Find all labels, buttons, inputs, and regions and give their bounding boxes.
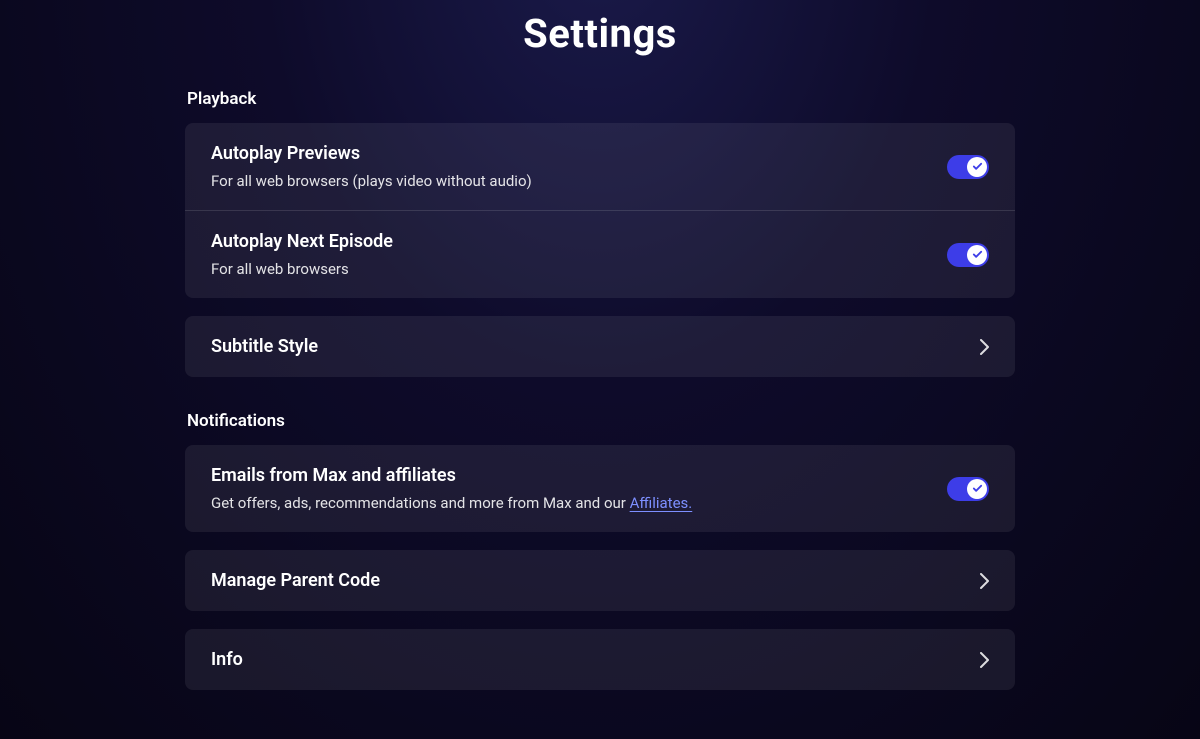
emails-toggle[interactable]	[947, 477, 989, 501]
subtitle-style-title: Subtitle Style	[211, 336, 318, 357]
emails-title: Emails from Max and affiliates	[211, 465, 947, 486]
check-icon	[967, 245, 987, 265]
emails-row: Emails from Max and affiliates Get offer…	[185, 445, 1015, 532]
chevron-right-icon	[980, 339, 989, 355]
subtitle-style-card[interactable]: Subtitle Style	[185, 316, 1015, 377]
section-label-playback: Playback	[185, 89, 1015, 109]
autoplay-next-row: Autoplay Next Episode For all web browse…	[185, 210, 1015, 298]
emails-card: Emails from Max and affiliates Get offer…	[185, 445, 1015, 532]
emails-desc: Get offers, ads, recommendations and mor…	[211, 494, 947, 512]
chevron-right-icon	[980, 652, 989, 668]
playback-card: Autoplay Previews For all web browsers (…	[185, 123, 1015, 298]
autoplay-previews-desc: For all web browsers (plays video withou…	[211, 172, 947, 190]
manage-parent-code-card[interactable]: Manage Parent Code	[185, 550, 1015, 611]
chevron-right-icon	[980, 573, 989, 589]
info-title: Info	[211, 649, 243, 670]
autoplay-previews-title: Autoplay Previews	[211, 143, 947, 164]
manage-parent-code-title: Manage Parent Code	[211, 570, 380, 591]
autoplay-next-toggle[interactable]	[947, 243, 989, 267]
autoplay-next-title: Autoplay Next Episode	[211, 231, 947, 252]
autoplay-previews-toggle[interactable]	[947, 155, 989, 179]
emails-desc-prefix: Get offers, ads, recommendations and mor…	[211, 494, 630, 512]
page-title: Settings	[185, 10, 1015, 57]
autoplay-next-desc: For all web browsers	[211, 260, 947, 278]
affiliates-link[interactable]: Affiliates.	[630, 494, 693, 512]
check-icon	[967, 157, 987, 177]
check-icon	[967, 479, 987, 499]
info-card[interactable]: Info	[185, 629, 1015, 690]
autoplay-previews-row: Autoplay Previews For all web browsers (…	[185, 123, 1015, 210]
section-label-notifications: Notifications	[185, 411, 1015, 431]
